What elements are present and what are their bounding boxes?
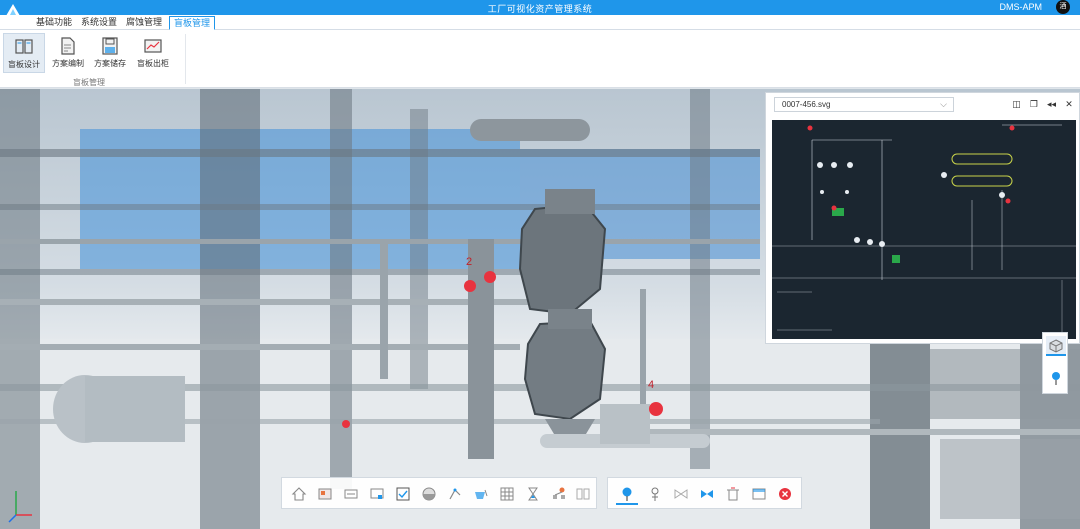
- pour-icon: [475, 489, 488, 499]
- book-open-icon: [15, 39, 33, 54]
- valve-pin-icon: [651, 487, 659, 501]
- axis-icon: [8, 491, 32, 523]
- cube-icon: [1049, 339, 1063, 353]
- map-button[interactable]: [340, 483, 362, 505]
- home-button[interactable]: [288, 483, 310, 505]
- hourglass-icon: [528, 487, 538, 501]
- blind-design-button[interactable]: 盲板设计: [3, 33, 45, 73]
- ribbon-group-separator: [185, 34, 186, 84]
- pid-drawing-canvas[interactable]: [772, 120, 1076, 339]
- book-icon: [576, 488, 590, 500]
- screen-icon: [370, 488, 384, 499]
- bottom-toolbar-primary: [281, 477, 597, 509]
- book-button[interactable]: [572, 483, 594, 505]
- plan-compile-button[interactable]: 方案编制: [47, 33, 89, 73]
- grid-button[interactable]: [496, 483, 518, 505]
- blind-open-icon: [674, 489, 688, 499]
- delete-button[interactable]: [722, 483, 744, 505]
- hourglass-button[interactable]: [522, 483, 544, 505]
- avatar[interactable]: 酒: [1056, 0, 1070, 14]
- side-dock: [1042, 332, 1068, 394]
- blind-dispatch-label: 盲板出柜: [137, 59, 169, 68]
- split-view-icon[interactable]: ◫: [1010, 98, 1022, 110]
- close-icon[interactable]: ✕: [1063, 98, 1075, 110]
- pour-button[interactable]: [470, 483, 492, 505]
- layers-button[interactable]: [314, 483, 336, 505]
- pin-view-button[interactable]: [1046, 368, 1066, 388]
- plan-save-label: 方案储存: [94, 59, 126, 68]
- svg-file-select[interactable]: 0007-456.svg ⌵: [774, 97, 954, 112]
- tab-basic-functions[interactable]: 基础功能: [32, 16, 76, 30]
- valve-pin-button[interactable]: [644, 483, 666, 505]
- plan-save-button[interactable]: 方案储存: [89, 33, 131, 73]
- measure-icon: [449, 488, 461, 500]
- document-edit-icon: [61, 37, 75, 55]
- save-icon: [102, 37, 118, 55]
- copy-icon[interactable]: ❐: [1028, 98, 1040, 110]
- check-button[interactable]: [392, 483, 414, 505]
- title-bar: 工厂可视化资产管理系统 DMS-APM 酒: [0, 0, 1080, 28]
- marker-label-a: 2: [466, 256, 472, 268]
- chevron-down-icon: ⌵: [940, 99, 947, 109]
- place-pin-button[interactable]: [616, 483, 638, 505]
- pin-icon: [622, 487, 632, 501]
- blind-open-button[interactable]: [670, 483, 692, 505]
- ribbon-group-label: 盲板管理: [73, 78, 105, 87]
- trash-icon: [727, 487, 739, 501]
- collapse-icon[interactable]: ◂◂: [1045, 98, 1057, 110]
- chart-board-icon: [144, 39, 162, 53]
- svg-panel-tools: ◫ ❐ ◂◂ ✕: [1007, 98, 1075, 110]
- svg-file-name: 0007-456.svg: [782, 100, 831, 109]
- cube-view-button[interactable]: [1046, 336, 1066, 356]
- marker-label-b: 4: [648, 379, 654, 391]
- tab-system-settings[interactable]: 系统设置: [77, 16, 121, 30]
- pid-drawing: [772, 124, 1076, 339]
- grid-icon: [500, 487, 514, 501]
- app-title: 工厂可视化资产管理系统: [487, 4, 593, 14]
- menu-tab-row: 基础功能 系统设置 腐蚀管理 盲板管理: [0, 15, 1080, 30]
- stop-icon: [779, 488, 791, 500]
- blind-design-label: 盲板设计: [8, 60, 40, 69]
- layers-icon: [318, 488, 332, 500]
- bottom-toolbar-blind: [607, 477, 802, 509]
- svg-drawing-panel: 0007-456.svg ⌵ ◫ ❐ ◂◂ ✕: [765, 92, 1080, 344]
- window-button[interactable]: [748, 483, 770, 505]
- tab-blind-management[interactable]: 盲板管理: [169, 16, 216, 30]
- tab-corrosion-management[interactable]: 腐蚀管理: [122, 16, 166, 30]
- network-icon: [553, 487, 565, 499]
- blind-close-icon: [701, 490, 713, 498]
- brand-label: DMS-APM: [999, 2, 1043, 12]
- measure-button[interactable]: [444, 483, 466, 505]
- window-icon: [752, 488, 766, 500]
- screen-button[interactable]: [366, 483, 388, 505]
- stop-button[interactable]: [774, 483, 796, 505]
- network-button[interactable]: [548, 483, 570, 505]
- section-button[interactable]: [418, 483, 440, 505]
- check-icon: [396, 487, 410, 501]
- map-icon: [344, 489, 358, 499]
- ribbon-toolbar: 盲板设计 方案编制 方案储存 盲板出柜 盲板管理: [0, 30, 1080, 88]
- home-icon: [291, 487, 307, 501]
- axis-gizmo: [6, 485, 36, 525]
- pin-icon: [1052, 372, 1060, 385]
- plan-compile-label: 方案编制: [52, 59, 84, 68]
- blind-close-button[interactable]: [696, 483, 718, 505]
- half-circle-icon: [422, 487, 436, 501]
- blind-dispatch-button[interactable]: 盲板出柜: [132, 33, 174, 73]
